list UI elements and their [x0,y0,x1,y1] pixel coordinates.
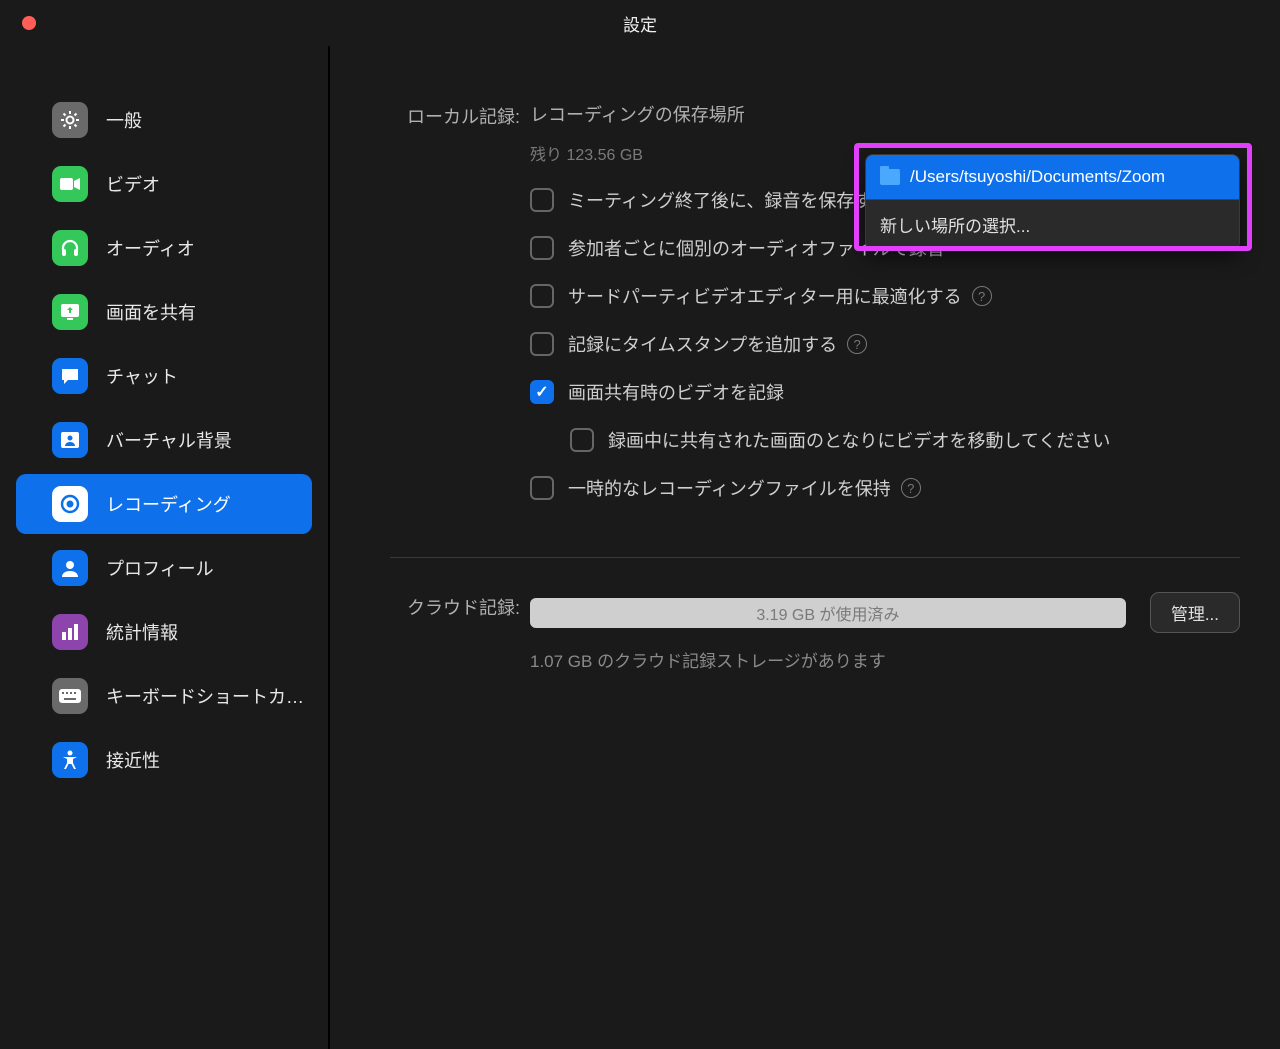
sidebar: 一般 ビデオ オーディオ 画面を共有 チャット [0,46,330,1049]
checkbox[interactable] [530,236,554,260]
headphones-icon [52,230,88,266]
sidebar-item-statistics[interactable]: 統計情報 [16,602,312,662]
sidebar-item-share-screen[interactable]: 画面を共有 [16,282,312,342]
recording-location-label: レコーディングの保存場所 [530,105,745,125]
help-icon[interactable]: ? [901,478,921,498]
checkbox[interactable] [530,284,554,308]
sidebar-item-label: 一般 [106,107,142,133]
checkbox[interactable] [530,188,554,212]
accessibility-icon [52,742,88,778]
sidebar-item-label: バーチャル背景 [106,427,232,453]
folder-icon [880,169,900,185]
cloud-usage-bar: 3.19 GB が使用済み [530,598,1126,628]
sidebar-item-accessibility[interactable]: 接近性 [16,730,312,790]
sidebar-item-label: プロフィール [106,555,214,581]
sidebar-item-label: ビデオ [106,171,160,197]
sidebar-item-chat[interactable]: チャット [16,346,312,406]
dropdown-item-current-path[interactable]: /Users/tsuyoshi/Documents/Zoom [866,155,1239,199]
sidebar-item-label: キーボードショートカ… [106,683,304,709]
dropdown-path-text: /Users/tsuyoshi/Documents/Zoom [910,167,1165,187]
sidebar-item-label: 画面を共有 [106,299,196,325]
checkbox[interactable] [530,476,554,500]
sidebar-item-label: レコーディング [106,491,231,517]
local-recording-label: ローカル記録: [390,101,530,523]
gear-icon [52,102,88,138]
keyboard-icon [52,678,88,714]
option-record-video-screenshare[interactable]: 画面共有時のビデオを記録 [530,379,1240,405]
cloud-usage-text: 3.19 GB が使用済み [756,601,899,625]
help-icon[interactable]: ? [847,334,867,354]
sidebar-item-audio[interactable]: オーディオ [16,218,312,278]
checkbox-label: 画面共有時のビデオを記録 [568,379,784,405]
option-keep-temp-files[interactable]: 一時的なレコーディングファイルを保持 ? [530,475,1240,501]
window-title: 設定 [0,11,1280,36]
dropdown-item-new-location[interactable]: 新しい場所の選択... [866,200,1239,249]
statistics-icon [52,614,88,650]
cloud-storage-note: 1.07 GB のクラウド記録ストレージがあります [530,647,1240,672]
dropdown-new-location-text: 新しい場所の選択... [880,212,1030,237]
sidebar-item-keyboard-shortcuts[interactable]: キーボードショートカ… [16,666,312,726]
checkbox[interactable] [530,380,554,404]
sidebar-item-recording[interactable]: レコーディング [16,474,312,534]
checkbox-label: 録画中に共有された画面のとなりにビデオを移動してください [608,427,1110,453]
chat-icon [52,358,88,394]
record-icon [52,486,88,522]
sidebar-item-profile[interactable]: プロフィール [16,538,312,598]
sidebar-item-general[interactable]: 一般 [16,90,312,150]
video-icon [52,166,88,202]
divider [390,557,1240,558]
option-optimize-editor[interactable]: サードパーティビデオエディター用に最適化する ? [530,283,1240,309]
sidebar-item-label: 接近性 [106,747,160,773]
checkbox-label: サードパーティビデオエディター用に最適化する [568,283,962,309]
profile-icon [52,550,88,586]
checkbox-label: 一時的なレコーディングファイルを保持 [568,475,891,501]
help-icon[interactable]: ? [972,286,992,306]
checkbox[interactable] [570,428,594,452]
sidebar-item-video[interactable]: ビデオ [16,154,312,214]
sidebar-item-virtual-background[interactable]: バーチャル背景 [16,410,312,470]
virtual-background-icon [52,422,88,458]
manage-button[interactable]: 管理... [1150,592,1240,633]
sidebar-item-label: オーディオ [106,235,195,261]
close-window-button[interactable] [22,16,36,30]
checkbox-label: 記録にタイムスタンプを追加する [568,331,837,357]
sidebar-item-label: 統計情報 [106,619,178,645]
location-dropdown: /Users/tsuyoshi/Documents/Zoom 新しい場所の選択.… [865,154,1240,250]
cloud-recording-label: クラウド記録: [390,592,530,672]
checkbox[interactable] [530,332,554,356]
content-pane: ローカル記録: レコーディングの保存場所 残り 123.56 GB ミーティング… [330,46,1280,1049]
option-move-video-beside[interactable]: 録画中に共有された画面のとなりにビデオを移動してください [530,427,1240,453]
share-screen-icon [52,294,88,330]
sidebar-item-label: チャット [106,363,178,389]
option-timestamp[interactable]: 記録にタイムスタンプを追加する ? [530,331,1240,357]
